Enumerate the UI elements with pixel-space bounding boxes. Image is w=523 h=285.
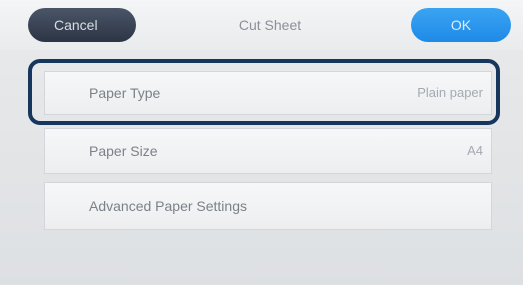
paper-type-row[interactable]: Paper Type Plain paper bbox=[44, 71, 492, 115]
advanced-paper-settings-row[interactable]: Advanced Paper Settings bbox=[44, 182, 492, 230]
paper-type-label: Paper Type bbox=[89, 85, 161, 101]
ok-button[interactable]: OK bbox=[411, 8, 511, 42]
top-bar: Cancel Cut Sheet OK bbox=[0, 0, 523, 50]
cut-sheet-screen: Cancel Cut Sheet OK Paper Type Plain pap… bbox=[0, 0, 523, 285]
paper-size-value: A4 bbox=[467, 143, 483, 158]
advanced-paper-settings-label: Advanced Paper Settings bbox=[89, 198, 247, 214]
paper-size-row[interactable]: Paper Size A4 bbox=[44, 128, 492, 174]
cancel-button[interactable]: Cancel bbox=[28, 8, 136, 42]
page-title: Cut Sheet bbox=[238, 17, 302, 33]
paper-size-label: Paper Size bbox=[89, 143, 158, 159]
paper-type-value: Plain paper bbox=[417, 85, 483, 100]
